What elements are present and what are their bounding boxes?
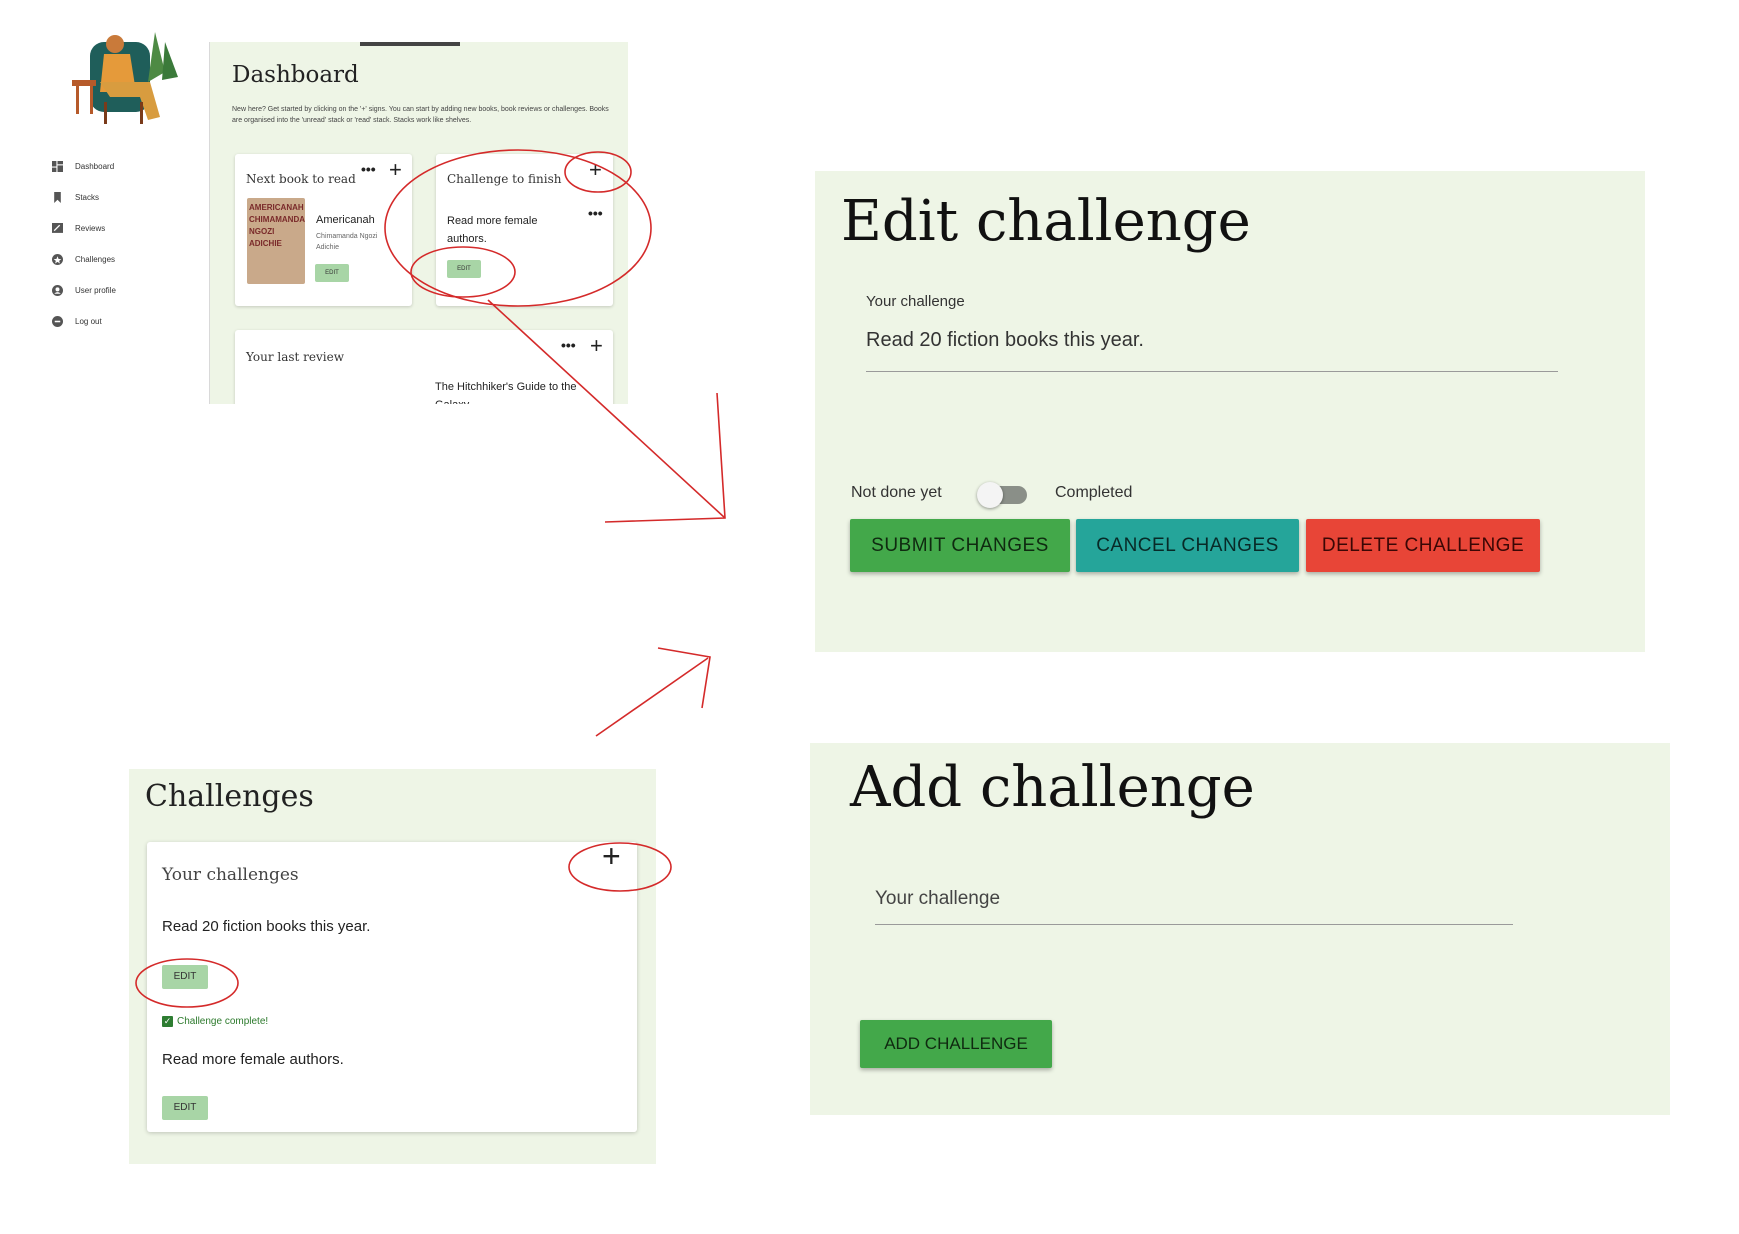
nav-label: Log out: [75, 317, 102, 326]
add-challenge-button[interactable]: +: [602, 840, 621, 872]
complete-label: Challenge complete!: [177, 1016, 269, 1027]
edit-challenge-button[interactable]: EDIT: [447, 260, 481, 278]
annotation-arrow: [595, 657, 709, 737]
edit-challenge-button[interactable]: EDIT: [162, 965, 208, 989]
nav-item-user-profile[interactable]: User profile: [52, 285, 116, 296]
edit-challenge-button[interactable]: EDIT: [162, 1096, 208, 1120]
book-cover-image: AMERICANAH CHIMAMANDA NGOZI ADICHIE: [247, 198, 305, 284]
challenge-complete-status: ✓ Challenge complete!: [162, 1016, 268, 1027]
nav-item-log-out[interactable]: Log out: [52, 316, 102, 327]
edit-challenge-title: Edit challenge: [841, 189, 1251, 254]
edit-book-button[interactable]: EDIT: [315, 264, 349, 282]
reading-woman-logo: [72, 32, 178, 124]
nav-label: Dashboard: [75, 162, 115, 171]
your-challenges-card: Your challenges + Read 20 fiction books …: [147, 840, 637, 1132]
nav-item-reviews[interactable]: Reviews: [52, 223, 105, 234]
logout-icon: [52, 316, 63, 327]
nav-label: Challenges: [75, 255, 116, 264]
card-title: Your last review: [246, 350, 344, 364]
intro-text: New here? Get started by clicking on the…: [232, 106, 609, 124]
add-book-button[interactable]: +: [389, 159, 402, 181]
card-title: Your challenges: [162, 865, 299, 885]
add-challenge-title: Add challenge: [850, 755, 1255, 820]
cancel-changes-button[interactable]: CANCEL CHANGES: [1076, 519, 1299, 572]
star-icon: [52, 254, 63, 265]
cover-line: NGOZI: [249, 227, 275, 236]
delete-challenge-button[interactable]: DELETE CHALLENGE: [1306, 519, 1540, 572]
add-challenge-button[interactable]: ADD CHALLENGE: [860, 1020, 1052, 1068]
card-title: Challenge to finish: [447, 172, 562, 186]
nav-item-stacks[interactable]: Stacks: [52, 192, 99, 203]
input-underline: [866, 371, 1558, 372]
page-title: Dashboard: [232, 62, 359, 88]
cover-line: ADICHIE: [249, 239, 282, 248]
cover-line: CHIMAMANDA: [249, 215, 305, 224]
edit-challenge-panel: Edit challenge Your challenge Read 20 fi…: [815, 171, 1645, 652]
challenge-input[interactable]: Your challenge: [875, 888, 1000, 910]
nav-label: User profile: [75, 286, 116, 295]
annotation-arrow: [657, 647, 711, 709]
challenge-item-text: Read more female authors.: [162, 1051, 344, 1068]
more-options-icon[interactable]: •••: [588, 206, 603, 220]
toggle-label-not-done: Not done yet: [851, 484, 942, 501]
last-review-card: Your last review ••• + The Hitchhiker's …: [235, 330, 613, 404]
challenge-field-label: Your challenge: [866, 293, 965, 310]
nav-item-dashboard[interactable]: Dashboard: [52, 161, 114, 172]
bookmark-icon: [54, 192, 61, 203]
user-icon: [52, 285, 63, 296]
review-book-title: The Hitchhiker's Guide to the Galaxy: [435, 381, 577, 404]
challenge-item-text: Read 20 fiction books this year.: [162, 918, 371, 935]
annotation-arrow: [604, 392, 726, 523]
more-options-icon[interactable]: •••: [561, 338, 576, 352]
top-bar-fragment: [360, 42, 460, 46]
input-underline: [875, 924, 1513, 925]
nav-item-challenges[interactable]: Challenges: [52, 254, 115, 265]
completion-toggle[interactable]: [977, 482, 1027, 508]
toggle-label-completed: Completed: [1055, 484, 1133, 501]
challenges-title: Challenges: [145, 779, 314, 814]
add-review-button[interactable]: +: [590, 335, 603, 357]
challenges-panel: Challenges Your challenges + Read 20 fic…: [129, 769, 656, 1164]
book-author: Chimamanda Ngozi Adichie: [316, 233, 378, 251]
dashboard-main: Dashboard New here? Get started by click…: [209, 42, 628, 404]
nav-label: Reviews: [75, 224, 106, 233]
checkbox-checked-icon: ✓: [162, 1016, 173, 1027]
toggle-knob: [977, 482, 1003, 508]
card-title: Next book to read: [246, 172, 356, 186]
more-options-icon[interactable]: •••: [361, 162, 376, 176]
cover-line: AMERICANAH: [249, 203, 304, 212]
challenge-text: Read more female authors.: [447, 215, 538, 245]
nav-label: Stacks: [75, 193, 100, 202]
challenge-to-finish-card: Challenge to finish + ••• Read more fema…: [436, 154, 613, 306]
challenge-input[interactable]: Read 20 fiction books this year.: [866, 329, 1144, 352]
add-challenge-panel: Add challenge Your challenge ADD CHALLEN…: [810, 743, 1670, 1115]
book-title: Americanah: [316, 214, 375, 226]
next-book-card: Next book to read ••• + AMERICANAH CHIMA…: [235, 154, 412, 306]
dashboard-icon: [52, 161, 63, 172]
review-icon: [52, 223, 63, 233]
submit-changes-button[interactable]: SUBMIT CHANGES: [850, 519, 1070, 572]
add-challenge-button[interactable]: +: [589, 159, 602, 181]
